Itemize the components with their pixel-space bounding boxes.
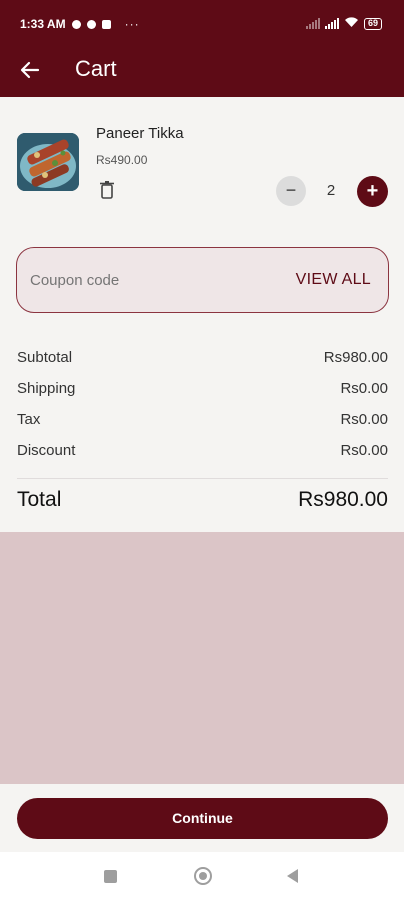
wifi-icon: [344, 16, 359, 31]
home-icon[interactable]: [194, 867, 212, 885]
tax-value: Rs0.00: [340, 411, 388, 428]
decrease-quantity-button[interactable]: −: [276, 176, 306, 206]
tax-row: Tax Rs0.00: [17, 411, 388, 431]
status-time: 1:33 AM: [20, 17, 66, 31]
shipping-value: Rs0.00: [340, 380, 388, 397]
recents-icon[interactable]: [104, 870, 117, 883]
quantity-value: 2: [326, 182, 336, 199]
notification-icons: [71, 19, 111, 29]
system-nav-bar: [0, 852, 404, 900]
app-bar: Cart: [0, 48, 404, 97]
signal-strength-icon: [324, 18, 339, 29]
messenger-icon: [71, 19, 81, 29]
product-image: [17, 133, 79, 191]
status-right: 69: [305, 16, 382, 31]
notification-app-icon: [101, 19, 111, 29]
back-triangle-icon[interactable]: [287, 869, 298, 883]
subtotal-value: Rs980.00: [323, 349, 388, 366]
continue-button[interactable]: Continue: [17, 798, 388, 839]
empty-area: [0, 532, 404, 784]
increase-quantity-button[interactable]: +: [357, 176, 388, 207]
discount-value: Rs0.00: [340, 442, 388, 459]
tax-label: Tax: [17, 411, 41, 428]
arrow-left-icon[interactable]: [18, 58, 42, 82]
total-label: Total: [17, 488, 62, 511]
coupon-input[interactable]: Coupon code: [30, 272, 119, 289]
product-name: Paneer Tikka: [96, 125, 184, 142]
subtotal-row: Subtotal Rs980.00: [17, 349, 388, 369]
trash-icon[interactable]: [99, 180, 115, 200]
view-all-coupons-button[interactable]: VIEW ALL: [296, 271, 371, 289]
subtotal-label: Subtotal: [17, 349, 73, 366]
battery-icon: 69: [363, 17, 382, 30]
discount-row: Discount Rs0.00: [17, 442, 388, 462]
shipping-label: Shipping: [17, 380, 76, 397]
status-left: 1:33 AM ···: [20, 17, 140, 31]
total-row: Total Rs980.00: [17, 488, 388, 514]
summary-divider: [17, 478, 388, 479]
discount-label: Discount: [17, 442, 76, 459]
shipping-row: Shipping Rs0.00: [17, 380, 388, 400]
product-price: Rs490.00: [96, 153, 148, 167]
coupon-field[interactable]: Coupon code VIEW ALL: [16, 247, 389, 313]
page-title: Cart: [75, 56, 117, 81]
total-value: Rs980.00: [298, 488, 388, 511]
settings-icon: [86, 19, 96, 29]
status-bar: 1:33 AM ··· 69: [0, 0, 404, 48]
signal-strength-icon: [305, 18, 320, 29]
more-notifications-icon: ···: [124, 17, 140, 31]
